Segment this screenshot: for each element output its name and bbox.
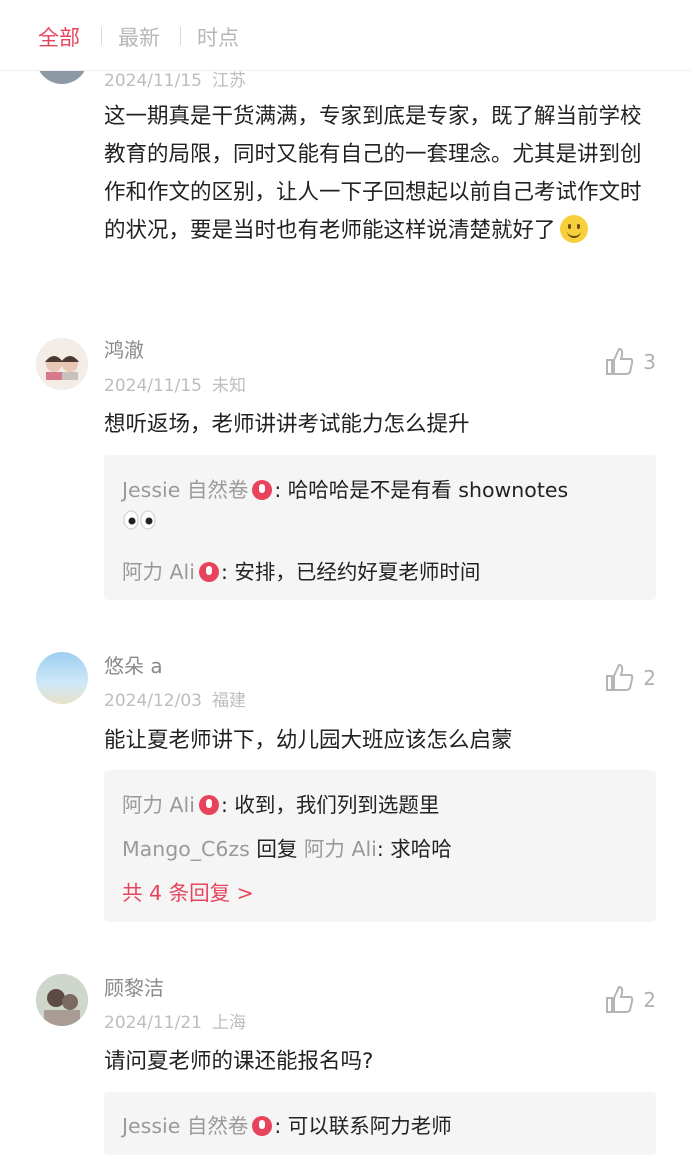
reply-item: Jessie 自然卷: 哈哈哈是不是有看 shownotes: [122, 478, 569, 502]
reply-author[interactable]: 阿力 Ali: [122, 560, 195, 584]
tab-all[interactable]: 全部: [38, 22, 80, 52]
tab-timepoint[interactable]: 时点: [197, 22, 239, 52]
author-badge-icon: [252, 480, 273, 500]
avatar[interactable]: [36, 974, 88, 1026]
like-count: 3: [643, 350, 656, 374]
comment-meta: 2024/12/03 福建: [104, 686, 246, 711]
reply-item: Mango_C6zs 回复 阿力 Ali: 求哈哈: [122, 837, 452, 861]
reply-author[interactable]: Jessie 自然卷: [122, 478, 248, 502]
comment-text: 想听返场，老师讲讲考试能力怎么提升: [104, 412, 470, 437]
thumbs-up-icon: [606, 663, 634, 691]
thumbs-up-icon: [606, 985, 634, 1013]
comment-author[interactable]: 鸿澈: [104, 334, 144, 363]
reply-item: 阿力 Ali: 收到，我们列到选题里: [122, 793, 440, 817]
author-badge-icon: [198, 562, 219, 582]
reply-text: 收到，我们列到选题里: [234, 793, 440, 817]
view-all-replies-link[interactable]: 共 4 条回复 >: [122, 876, 254, 906]
comment-tab-bar: 全部 最新 时点: [0, 0, 692, 71]
comment-date: 2024/12/03: [104, 691, 202, 711]
comment-date: 2024/11/21: [104, 1013, 202, 1033]
comment-date: 2024/11/15: [104, 71, 202, 91]
reply-author[interactable]: 阿力 Ali: [122, 793, 195, 817]
reply-box[interactable]: 阿力 Ali: 收到，我们列到选题里 Mango_C6zs 回复 阿力 Ali:…: [104, 770, 656, 922]
comment-text: 能让夏老师讲下，幼儿园大班应该怎么启蒙: [104, 728, 513, 753]
reply-box[interactable]: Jessie 自然卷: 可以联系阿力老师: [104, 1092, 656, 1155]
like-button[interactable]: 3: [603, 346, 656, 378]
like-button[interactable]: 2: [603, 662, 656, 694]
reply-text: 安排，已经约好夏老师时间: [234, 560, 481, 584]
reply-verb: 回复: [256, 837, 298, 861]
comment-meta: 2024/11/15 未知: [104, 371, 246, 396]
reply-author[interactable]: Jessie 自然卷: [122, 1114, 248, 1138]
reply-text: 求哈哈: [390, 837, 452, 861]
comment-location: 上海: [211, 1013, 246, 1033]
comment-location: 未知: [211, 376, 246, 396]
avatar[interactable]: [36, 652, 88, 704]
eyes-emoji-icon: [123, 510, 156, 530]
comment-author[interactable]: 悠朵 a: [104, 650, 163, 679]
avatar[interactable]: [36, 338, 88, 390]
comment-location: 福建: [211, 691, 246, 711]
like-button[interactable]: 2: [603, 984, 656, 1016]
author-badge-icon: [252, 1116, 273, 1136]
comment-author[interactable]: 顾黎洁: [104, 972, 164, 1001]
reply-text: 哈哈哈是不是有看 shownotes: [287, 478, 569, 502]
thumbs-up-icon: [606, 347, 634, 375]
tab-divider: [101, 27, 102, 45]
reply-text: 可以联系阿力老师: [287, 1114, 452, 1138]
tab-divider: [180, 27, 181, 45]
reply-item: Jessie 自然卷: 可以联系阿力老师: [122, 1114, 452, 1138]
author-badge-icon: [198, 795, 219, 815]
comment-date: 2024/11/15: [104, 376, 202, 396]
comment-text: 请问夏老师的课还能报名吗?: [104, 1049, 374, 1074]
reply-target[interactable]: 阿力 Ali: [304, 837, 377, 861]
smile-emoji-icon: [559, 215, 588, 243]
tab-latest[interactable]: 最新: [118, 22, 160, 52]
reply-item: 阿力 Ali: 安排，已经约好夏老师时间: [122, 560, 481, 584]
reply-author[interactable]: Mango_C6zs: [122, 837, 250, 861]
comment-location: 江苏: [211, 71, 246, 91]
like-count: 2: [643, 666, 656, 690]
comment-text: 这一期真是干货满满，专家到底是专家，既了解当前学校教育的局限，同时又能有自己的一…: [104, 104, 642, 243]
reply-box[interactable]: Jessie 自然卷: 哈哈哈是不是有看 shownotes 阿力 Ali: 安…: [104, 455, 656, 600]
like-count: 2: [643, 988, 656, 1012]
comment-meta: 2024/11/21 上海: [104, 1008, 246, 1033]
